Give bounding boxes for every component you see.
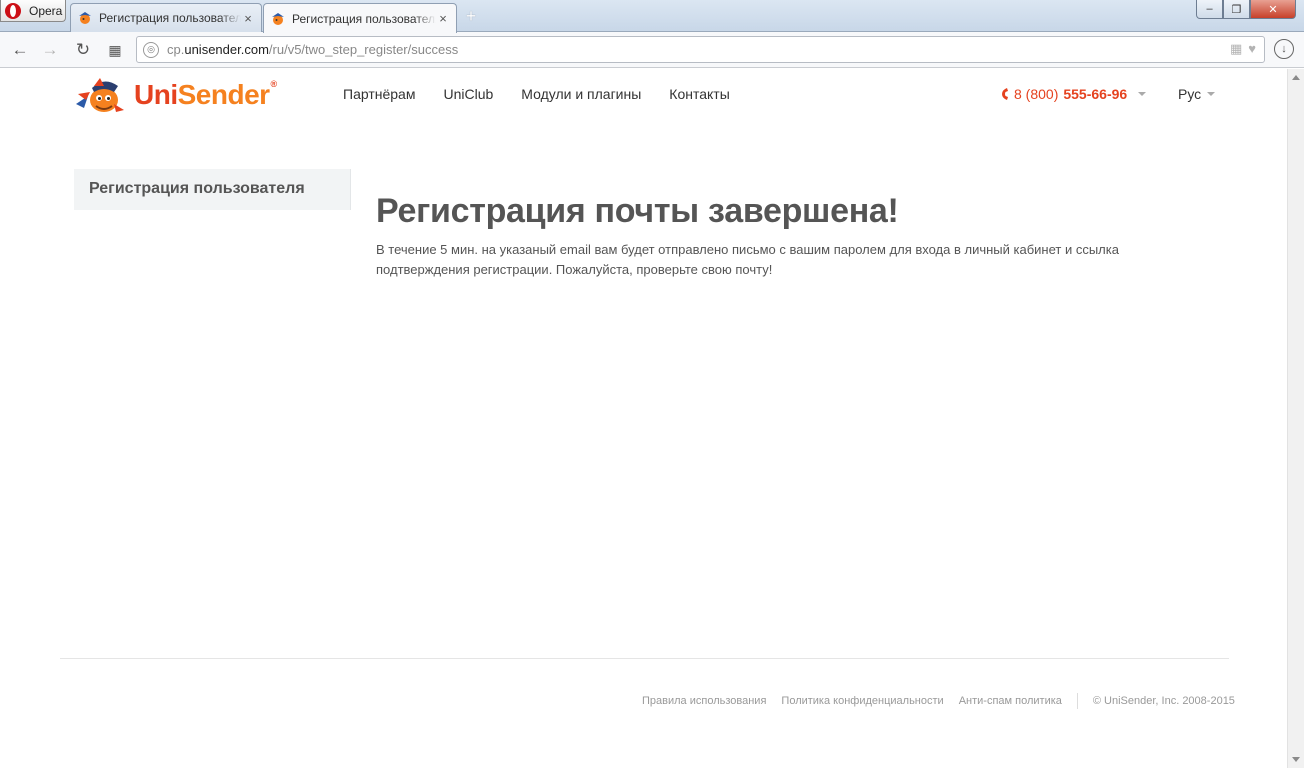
- language-label: Рус: [1178, 86, 1202, 102]
- close-window-button[interactable]: ✕: [1250, 0, 1296, 19]
- browser-tab-active[interactable]: Регистрация пользователя ×: [263, 3, 457, 33]
- page-title: Регистрация почты завершена!: [376, 192, 899, 230]
- chevron-down-icon: [1138, 92, 1147, 96]
- url-subdomain: cp.: [167, 42, 185, 57]
- opera-logo-icon: [5, 2, 21, 19]
- address-bar-actions: ▦ ♥: [1230, 41, 1256, 57]
- nav-modules[interactable]: Модули и плагины: [521, 86, 641, 102]
- chevron-down-icon: [1207, 92, 1216, 96]
- tab-title: Регистрация пользователя: [292, 11, 436, 26]
- language-dropdown[interactable]: Рус: [1178, 86, 1216, 102]
- logo-wordmark: UniSender®: [134, 79, 277, 110]
- main-navigation: Партнёрам UniClub Модули и плагины Конта…: [343, 86, 730, 102]
- phone-number: 555-66-96: [1063, 86, 1128, 102]
- back-button[interactable]: ←: [9, 39, 31, 61]
- success-message: В течение 5 мин. на указаный email вам б…: [376, 242, 1119, 277]
- sidebar-item-registration[interactable]: Регистрация пользователя: [74, 169, 351, 210]
- phone-dropdown[interactable]: 8 (800) 555-66-96: [1001, 86, 1147, 102]
- tab-close-icon[interactable]: ×: [241, 11, 255, 26]
- scroll-down-icon[interactable]: [1292, 757, 1300, 762]
- opera-menu-label: Opera: [29, 3, 63, 18]
- footer-link-antispam[interactable]: Анти-спам политика: [959, 695, 1062, 707]
- speed-dial-add-icon[interactable]: ▦: [1230, 41, 1242, 57]
- unisender-mascot-icon: [76, 78, 124, 112]
- minimize-button[interactable]: –: [1196, 0, 1223, 19]
- window-controls: – ❐ ✕: [1196, 0, 1296, 19]
- unisender-logo[interactable]: UniSender®: [74, 74, 277, 116]
- phone-icon: [1002, 88, 1008, 100]
- phone-prefix: 8 (800): [1014, 86, 1059, 102]
- copyright-text: © UniSender, Inc. 2008-2015: [1092, 695, 1235, 707]
- footer: Правила использования Политика конфиденц…: [642, 693, 1235, 709]
- unisender-favicon-icon: [272, 12, 284, 25]
- browser-titlebar: Opera Регистрация пользователя × Регистр…: [0, 0, 1304, 33]
- new-tab-button[interactable]: +: [462, 7, 480, 25]
- url-path: /ru/v5/two_step_register/success: [268, 42, 459, 57]
- opera-menu-button[interactable]: Opera: [0, 0, 66, 22]
- downloads-icon[interactable]: ↓: [1274, 39, 1294, 59]
- nav-partners[interactable]: Партнёрам: [343, 86, 415, 102]
- footer-separator: [1076, 693, 1078, 709]
- footer-link-terms[interactable]: Правила использования: [642, 695, 766, 707]
- reload-button[interactable]: ↻: [72, 39, 94, 61]
- url-host: unisender.com: [184, 42, 269, 57]
- nav-contacts[interactable]: Контакты: [669, 86, 729, 102]
- footer-divider: [60, 658, 1229, 659]
- bookmark-heart-icon[interactable]: ♥: [1248, 41, 1256, 57]
- browser-toolbar: ← → ↻ ▦ ◎ cp. unisender.com /ru/v5/two_s…: [0, 32, 1304, 68]
- tab-close-icon[interactable]: ×: [436, 11, 450, 26]
- maximize-button[interactable]: ❐: [1223, 0, 1250, 19]
- nav-uniclub[interactable]: UniClub: [443, 86, 493, 102]
- unisender-favicon-icon: [79, 12, 91, 24]
- scroll-up-icon[interactable]: [1292, 75, 1300, 80]
- page-scrollbar[interactable]: [1287, 69, 1304, 768]
- address-bar[interactable]: ◎ cp. unisender.com /ru/v5/two_step_regi…: [136, 36, 1265, 63]
- speed-dial-button[interactable]: ▦: [104, 39, 126, 61]
- footer-link-privacy[interactable]: Политика конфиденциальности: [781, 695, 943, 707]
- tab-title: Регистрация пользователя: [99, 11, 241, 25]
- page-viewport: UniSender® Партнёрам UniClub Модули и пл…: [0, 69, 1287, 768]
- forward-button[interactable]: →: [39, 39, 61, 61]
- browser-tab[interactable]: Регистрация пользователя ×: [70, 3, 262, 32]
- site-info-icon[interactable]: ◎: [143, 41, 159, 58]
